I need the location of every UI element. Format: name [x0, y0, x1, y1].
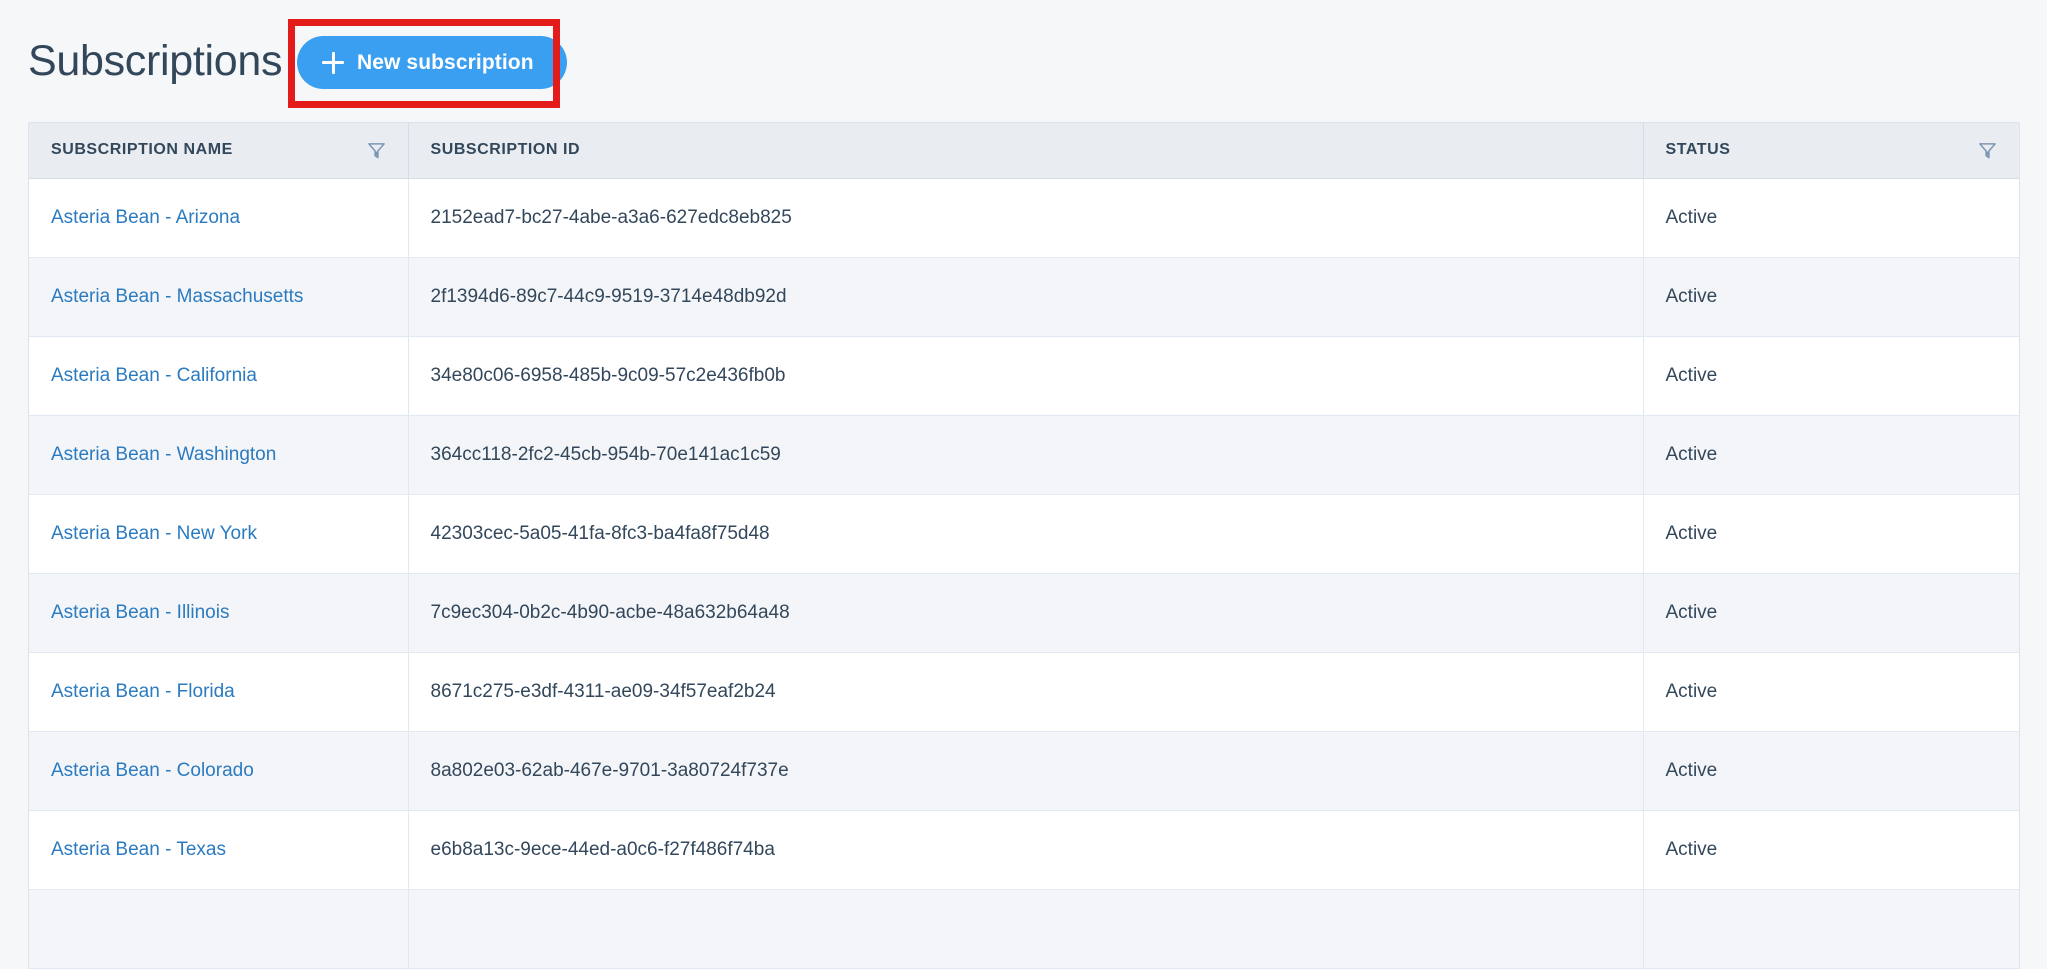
cell-status: Active: [1643, 257, 2019, 337]
filter-funnel-icon[interactable]: [367, 141, 386, 160]
filter-funnel-icon[interactable]: [1978, 141, 1997, 160]
cell-status: Active: [1643, 652, 2019, 732]
cell-status: Active: [1643, 178, 2019, 258]
cell-subscription-name: [29, 889, 409, 969]
table-body: Asteria Bean - Arizona 2152ead7-bc27-4abe…: [29, 178, 2019, 969]
subscription-id-text: 42303cec-5a05-41fa-8fc3-ba4fa8f75d48: [430, 522, 770, 544]
cell-subscription-name: Asteria Bean - Colorado: [29, 731, 409, 811]
subscription-id-text: e6b8a13c-9ece-44ed-a0c6-f27f486f74ba: [430, 838, 775, 860]
subscription-name-link[interactable]: Asteria Bean - New York: [51, 523, 257, 544]
table-row: Asteria Bean - Massachusetts 2f1394d6-89c…: [29, 257, 2019, 337]
column-header-status[interactable]: STATUS: [1643, 123, 2019, 179]
cell-subscription-id: e6b8a13c-9ece-44ed-a0c6-f27f486f74ba: [408, 810, 1644, 890]
subscription-name-link[interactable]: Asteria Bean - Massachusetts: [51, 286, 303, 307]
cell-subscription-name: Asteria Bean - Washington: [29, 415, 409, 495]
subscription-id-text: 7c9ec304-0b2c-4b90-acbe-48a632b64a48: [430, 601, 790, 623]
cell-subscription-name: Asteria Bean - Texas: [29, 810, 409, 890]
column-header-subscription-name[interactable]: SUBSCRIPTION NAME: [29, 123, 409, 179]
subscriptions-table-container: SUBSCRIPTION NAME SUBSCRIPTION ID STATUS…: [28, 122, 2020, 969]
subscription-name-link[interactable]: Asteria Bean - Colorado: [51, 760, 254, 781]
status-text: Active: [1665, 285, 1718, 307]
status-text: Active: [1665, 838, 1718, 860]
plus-icon: [322, 51, 344, 74]
cell-subscription-name: Asteria Bean - Illinois: [29, 573, 409, 653]
cell-subscription-id: 364cc118-2fc2-45cb-954b-70e141ac1c59: [408, 415, 1644, 495]
cell-status: Active: [1643, 415, 2019, 495]
subscriptions-table: SUBSCRIPTION NAME SUBSCRIPTION ID STATUS…: [29, 123, 2019, 969]
cell-status: Active: [1643, 810, 2019, 890]
subscription-id-text: 34e80c06-6958-485b-9c09-57c2e436fb0b: [430, 364, 786, 386]
table-row: Asteria Bean - Florida 8671c275-e3df-4311…: [29, 652, 2019, 732]
cell-subscription-name: Asteria Bean - California: [29, 336, 409, 416]
subscription-id-text: 8671c275-e3df-4311-ae09-34f57eaf2b24: [430, 680, 776, 702]
cell-subscription-id: 34e80c06-6958-485b-9c09-57c2e436fb0b: [408, 336, 1644, 416]
subscription-name-link[interactable]: Asteria Bean - Illinois: [51, 602, 229, 623]
subscription-name-link[interactable]: Asteria Bean - California: [51, 365, 257, 386]
column-header-label: SUBSCRIPTION ID: [430, 141, 581, 159]
status-text: Active: [1665, 601, 1718, 623]
cell-status: [1643, 889, 2019, 969]
column-header-subscription-id[interactable]: SUBSCRIPTION ID: [408, 123, 1644, 179]
cell-status: Active: [1643, 336, 2019, 416]
subscription-id-text: 364cc118-2fc2-45cb-954b-70e141ac1c59: [430, 443, 781, 465]
cell-subscription-name: Asteria Bean - Arizona: [29, 178, 409, 258]
new-subscription-button[interactable]: New subscription: [297, 36, 567, 89]
subscription-name-link[interactable]: Asteria Bean - Texas: [51, 839, 226, 860]
cell-subscription-id: 7c9ec304-0b2c-4b90-acbe-48a632b64a48: [408, 573, 1644, 653]
cell-subscription-id: [408, 889, 1644, 969]
cell-status: Active: [1643, 731, 2019, 811]
table-row: Asteria Bean - Washington 364cc118-2fc2-4…: [29, 415, 2019, 495]
table-row: Asteria Bean - Arizona 2152ead7-bc27-4abe…: [29, 178, 2019, 258]
status-text: Active: [1665, 680, 1718, 702]
new-subscription-button-label: New subscription: [357, 50, 534, 74]
subscription-id-text: 8a802e03-62ab-467e-9701-3a80724f737e: [430, 759, 789, 781]
table-row: [29, 889, 2019, 969]
cell-subscription-id: 2152ead7-bc27-4abe-a3a6-627edc8eb825: [408, 178, 1644, 258]
cell-subscription-id: 8671c275-e3df-4311-ae09-34f57eaf2b24: [408, 652, 1644, 732]
cell-subscription-name: Asteria Bean - Massachusetts: [29, 257, 409, 337]
cell-subscription-name: Asteria Bean - New York: [29, 494, 409, 574]
subscription-id-text: 2152ead7-bc27-4abe-a3a6-627edc8eb825: [430, 206, 792, 228]
status-text: Active: [1665, 443, 1718, 465]
cell-subscription-id: 42303cec-5a05-41fa-8fc3-ba4fa8f75d48: [408, 494, 1644, 574]
table-row: Asteria Bean - California 34e80c06-6958-4…: [29, 336, 2019, 416]
table-header: SUBSCRIPTION NAME SUBSCRIPTION ID STATUS: [29, 123, 2019, 179]
page-header: Subscriptions New subscription: [0, 0, 2047, 122]
status-text: Active: [1665, 759, 1718, 781]
cell-subscription-name: Asteria Bean - Florida: [29, 652, 409, 732]
cell-subscription-id: 8a802e03-62ab-467e-9701-3a80724f737e: [408, 731, 1644, 811]
cell-subscription-id: 2f1394d6-89c7-44c9-9519-3714e48db92d: [408, 257, 1644, 337]
subscription-name-link[interactable]: Asteria Bean - Florida: [51, 681, 235, 702]
page-title: Subscriptions: [28, 36, 283, 85]
table-row: Asteria Bean - Colorado 8a802e03-62ab-467…: [29, 731, 2019, 811]
column-header-label: STATUS: [1665, 141, 1731, 159]
table-row: Asteria Bean - Illinois 7c9ec304-0b2c-4b9…: [29, 573, 2019, 653]
cell-status: Active: [1643, 573, 2019, 653]
cell-status: Active: [1643, 494, 2019, 574]
subscription-name-link[interactable]: Asteria Bean - Arizona: [51, 207, 240, 228]
table-row: Asteria Bean - New York 42303cec-5a05-41f…: [29, 494, 2019, 574]
table-row: Asteria Bean - Texas e6b8a13c-9ece-44ed-a…: [29, 810, 2019, 890]
subscription-id-text: 2f1394d6-89c7-44c9-9519-3714e48db92d: [430, 285, 787, 307]
status-text: Active: [1665, 364, 1718, 386]
subscription-name-link[interactable]: Asteria Bean - Washington: [51, 444, 276, 465]
status-text: Active: [1665, 522, 1718, 544]
column-header-label: SUBSCRIPTION NAME: [51, 141, 233, 159]
status-text: Active: [1665, 206, 1718, 228]
table-header-row: SUBSCRIPTION NAME SUBSCRIPTION ID STATUS: [29, 123, 2019, 179]
